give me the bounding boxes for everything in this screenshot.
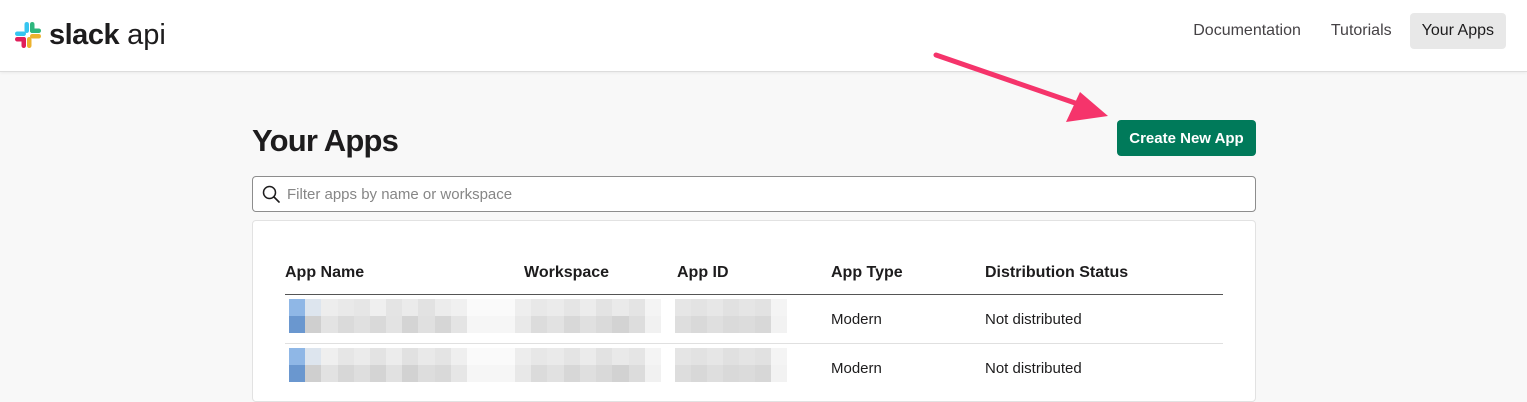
apps-table-card: App Name Workspace App ID App Type Distr… — [252, 220, 1256, 402]
search-input[interactable] — [285, 178, 1255, 210]
app-name-redacted[interactable] — [289, 348, 467, 382]
column-header-distribution-status[interactable]: Distribution Status — [985, 264, 1128, 282]
column-header-app-name[interactable]: App Name — [285, 264, 364, 282]
logo-api-text: api — [127, 19, 166, 51]
logo-wordmark: slack — [49, 19, 120, 51]
filter-apps-search[interactable] — [252, 176, 1256, 212]
slack-api-logo[interactable]: slack api — [15, 19, 175, 51]
app-type-cell: Modern — [831, 360, 882, 377]
app-name-redacted[interactable] — [289, 299, 467, 333]
app-id-redacted — [675, 348, 787, 382]
app-type-cell: Modern — [831, 311, 882, 328]
app-name-redacted-tail — [467, 299, 515, 333]
app-id-redacted — [675, 299, 787, 333]
distribution-status-cell: Not distributed — [985, 360, 1082, 377]
top-nav: Documentation Tutorials Your Apps — [1181, 13, 1506, 49]
top-bar: slack api Documentation Tutorials Your A… — [0, 0, 1527, 72]
nav-tutorials[interactable]: Tutorials — [1319, 13, 1404, 49]
table-row[interactable]: Modern Not distributed — [285, 344, 1223, 392]
page-title: Your Apps — [252, 123, 399, 158]
app-name-redacted-tail — [467, 348, 515, 382]
column-header-app-id[interactable]: App ID — [677, 264, 729, 282]
workspace-redacted — [515, 348, 661, 382]
column-header-workspace[interactable]: Workspace — [524, 264, 609, 282]
nav-documentation[interactable]: Documentation — [1181, 13, 1313, 49]
nav-your-apps[interactable]: Your Apps — [1409, 13, 1506, 49]
search-icon — [262, 185, 280, 203]
column-header-app-type[interactable]: App Type — [831, 264, 903, 282]
slack-logo-icon — [15, 22, 41, 48]
distribution-status-cell: Not distributed — [985, 311, 1082, 328]
table-header: App Name Workspace App ID App Type Distr… — [285, 264, 1223, 295]
table-row[interactable]: Modern Not distributed — [285, 295, 1223, 344]
create-new-app-button[interactable]: Create New App — [1117, 120, 1256, 156]
workspace-redacted — [515, 299, 661, 333]
